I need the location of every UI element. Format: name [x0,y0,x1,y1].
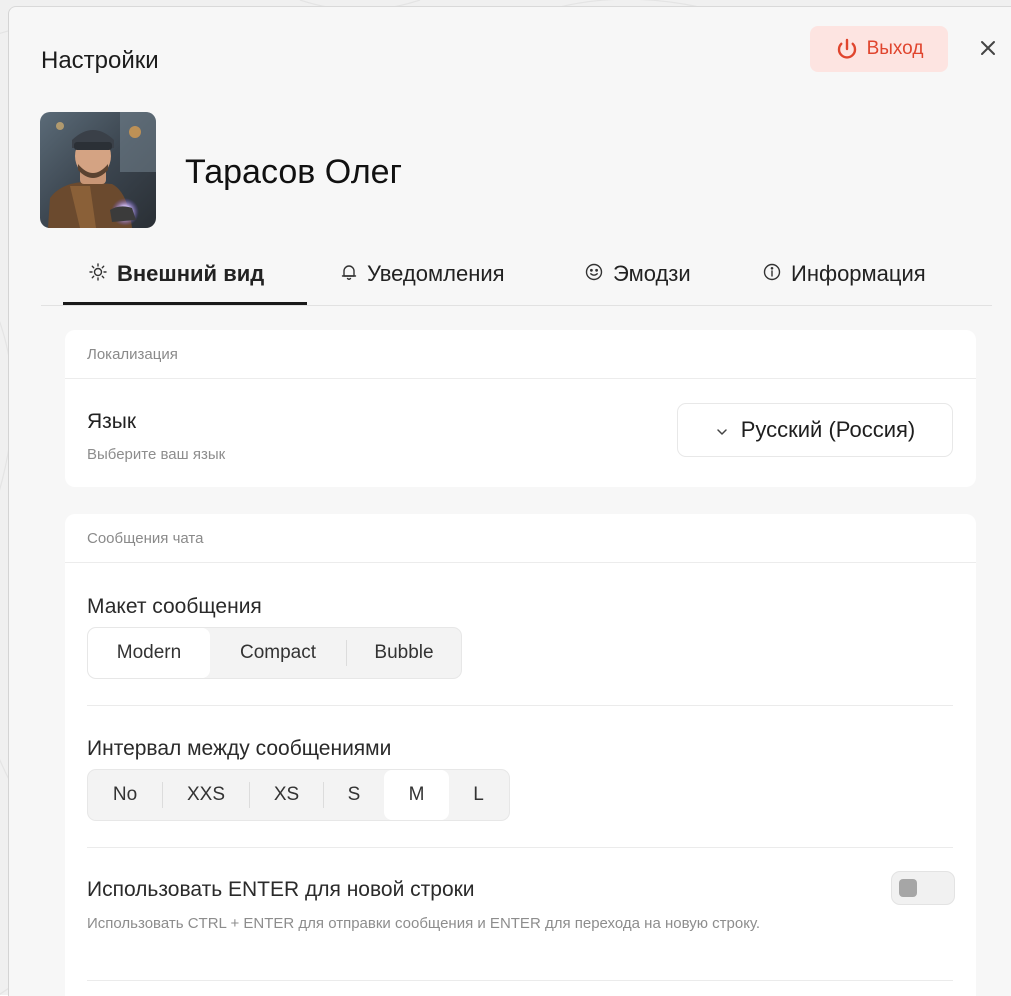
close-icon [979,39,997,62]
logout-button[interactable]: Выход [810,26,948,72]
language-select[interactable]: Русский (Россия) [677,403,953,457]
message-spacing-selector: No XXS XS S M L [87,769,510,821]
spacing-option-no[interactable]: No [88,770,162,820]
localization-card: Локализация Язык Выберите ваш язык Русск… [65,330,976,487]
divider [87,847,953,848]
card-header: Сообщения чата [65,514,976,563]
tab-emoji[interactable]: Эмодзи [585,245,691,303]
chat-messages-card: Сообщения чата Макет сообщения Modern Co… [65,514,976,996]
layout-option-modern[interactable]: Modern [88,628,210,678]
divider [87,705,953,706]
layout-option-bubble[interactable]: Bubble [347,628,461,678]
tab-label: Внешний вид [117,261,265,286]
enter-newline-description: Использовать CTRL + ENTER для отправки с… [87,915,761,932]
logout-label: Выход [866,38,924,59]
message-spacing-label: Интервал между сообщениями [87,737,392,760]
tab-label: Информация [791,261,926,286]
user-name: Тарасов Олег [185,153,402,191]
dialog-title: Настройки [41,47,159,74]
spacing-option-m[interactable]: M [384,770,449,820]
language-value: Русский (Россия) [740,417,916,442]
enter-newline-toggle[interactable] [891,871,955,905]
settings-dialog: Настройки Выход Тарасов Олег Внешний вид… [8,6,1011,996]
active-tab-indicator [63,302,307,305]
chevron-down-icon [715,417,729,443]
avatar[interactable] [40,112,156,228]
tab-notifications[interactable]: Уведомления [341,245,505,303]
tab-label: Уведомления [367,261,505,286]
power-icon [835,37,859,61]
card-header: Локализация [65,330,976,379]
tab-label: Эмодзи [613,261,691,286]
language-hint: Выберите ваш язык [87,446,226,463]
toggle-knob [899,879,917,897]
message-layout-label: Макет сообщения [87,595,262,618]
spacing-option-s[interactable]: S [324,770,384,820]
settings-tabs: Внешний вид Уведомления Эмодзи Информаци… [41,245,992,306]
sun-icon [89,261,107,287]
info-icon [763,261,781,287]
tab-appearance[interactable]: Внешний вид [89,245,264,303]
spacing-option-l[interactable]: L [449,770,508,820]
smile-icon [585,261,603,287]
layout-option-compact[interactable]: Compact [210,628,346,678]
enter-newline-label: Использовать ENTER для новой строки [87,878,475,901]
message-layout-selector: Modern Compact Bubble [87,627,462,679]
divider [87,980,953,981]
tab-info[interactable]: Информация [763,245,926,303]
bell-icon [341,261,357,287]
spacing-option-xs[interactable]: XS [250,770,323,820]
language-label: Язык [87,410,137,433]
spacing-option-xxs[interactable]: XXS [163,770,249,820]
close-button[interactable] [973,35,1003,65]
